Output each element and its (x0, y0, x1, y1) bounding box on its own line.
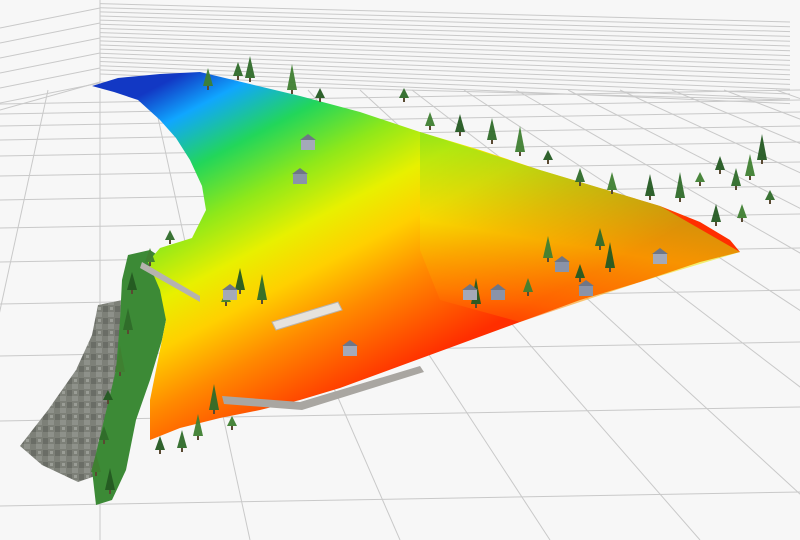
point-cloud-canvas[interactable] (0, 0, 800, 540)
3d-viewport[interactable] (0, 0, 800, 540)
